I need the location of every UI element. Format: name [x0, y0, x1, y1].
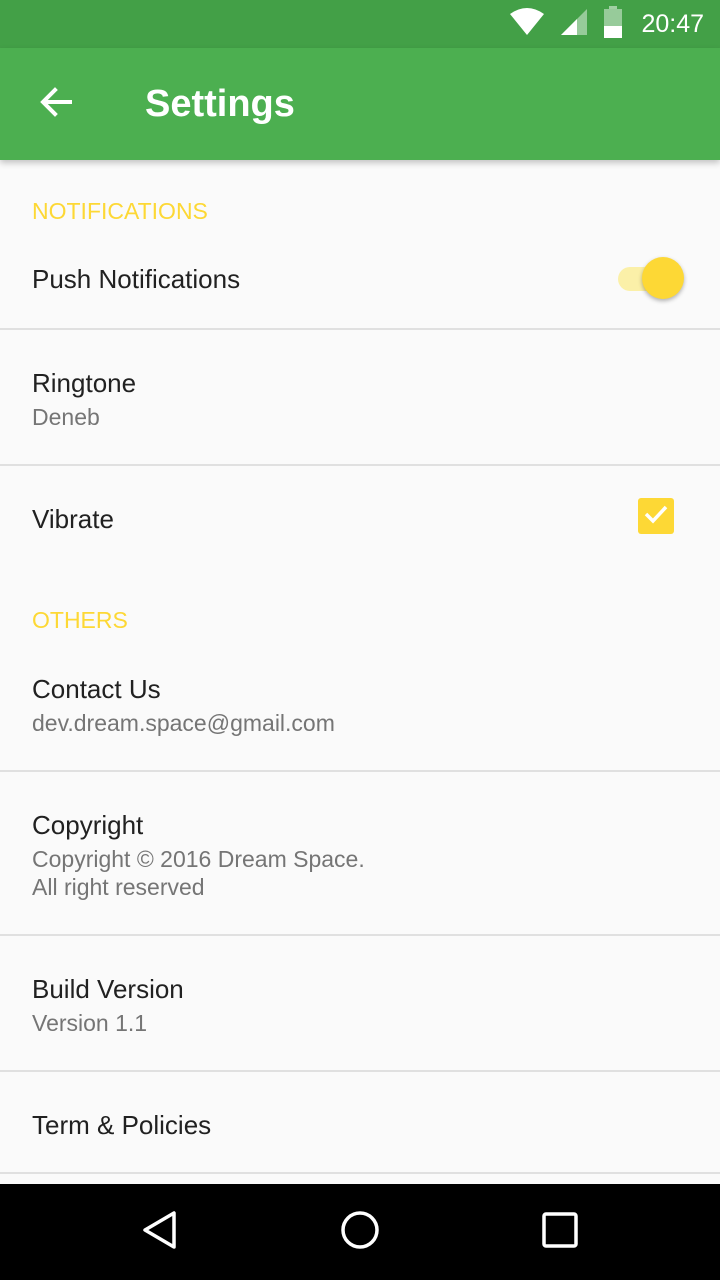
- nav-back-button[interactable]: [128, 1200, 192, 1264]
- terms-policies-label: Term & Policies: [32, 1110, 212, 1140]
- copyright-line-2: All right reserved: [32, 874, 205, 900]
- build-version-value: Version 1.1: [32, 1010, 148, 1036]
- contact-us-label: Contact Us: [32, 674, 161, 704]
- check-icon: [642, 500, 670, 533]
- build-version-label: Build Version: [32, 974, 184, 1004]
- vibrate-label: Vibrate: [32, 504, 114, 534]
- app-bar: Settings: [0, 48, 720, 160]
- nav-recents-icon: [540, 1210, 580, 1255]
- nav-home-icon: [340, 1210, 380, 1255]
- terms-policies-row[interactable]: Term & Policies: [0, 1072, 720, 1172]
- push-notifications-label: Push Notifications: [32, 264, 241, 294]
- back-button[interactable]: [24, 72, 88, 136]
- settings-list[interactable]: NOTIFICATIONS Push Notifications Rington…: [0, 160, 720, 1184]
- push-notifications-row[interactable]: Push Notifications: [0, 224, 720, 328]
- section-header-others: OTHERS: [32, 607, 128, 633]
- ringtone-label: Ringtone: [32, 368, 137, 398]
- vibrate-checkbox[interactable]: [638, 498, 674, 534]
- system-nav-bar: [0, 1184, 720, 1280]
- nav-back-icon: [140, 1210, 180, 1255]
- section-header-notifications: NOTIFICATIONS: [32, 198, 208, 224]
- copyright-line-1: Copyright © 2016 Dream Space.: [32, 846, 365, 872]
- cell-signal-icon: [559, 7, 589, 42]
- nav-home-button[interactable]: [328, 1200, 392, 1264]
- battery-icon: [603, 5, 623, 43]
- wifi-icon: [509, 7, 545, 41]
- push-notifications-switch[interactable]: [616, 256, 684, 300]
- arrow-back-icon: [38, 84, 74, 125]
- page-title: Settings: [145, 83, 295, 125]
- status-bar: 20:47: [0, 0, 720, 48]
- nav-recents-button[interactable]: [528, 1200, 592, 1264]
- switch-thumb: [642, 257, 684, 299]
- contact-us-email: dev.dream.space@gmail.com: [32, 710, 335, 736]
- ringtone-row[interactable]: Ringtone Deneb: [0, 330, 720, 464]
- status-time: 20:47: [641, 9, 704, 38]
- copyright-row[interactable]: Copyright Copyright © 2016 Dream Space. …: [0, 772, 720, 934]
- contact-us-row[interactable]: Contact Us dev.dream.space@gmail.com: [0, 636, 720, 770]
- divider: [0, 1172, 720, 1174]
- ringtone-value: Deneb: [32, 404, 100, 430]
- build-version-row[interactable]: Build Version Version 1.1: [0, 936, 720, 1070]
- copyright-label: Copyright: [32, 810, 144, 840]
- vibrate-row[interactable]: Vibrate: [0, 466, 720, 570]
- status-icons: 20:47: [509, 0, 704, 48]
